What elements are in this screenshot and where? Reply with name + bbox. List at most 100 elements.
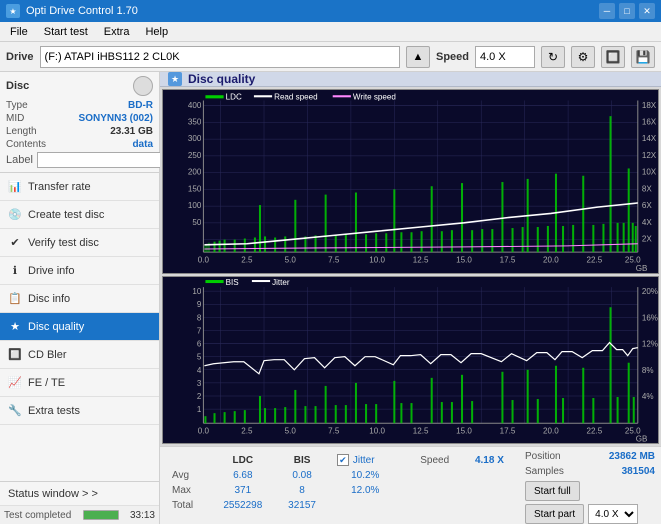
stats-table: LDC BIS ✔ Jitter Speed — [166, 451, 517, 514]
svg-text:Jitter: Jitter — [272, 278, 290, 287]
sidebar-item-transfer-rate[interactable]: 📊 Transfer rate — [0, 173, 159, 201]
sidebar-item-drive-info[interactable]: ℹ Drive info — [0, 257, 159, 285]
speed-val1: 4.18 X — [475, 455, 504, 466]
svg-text:20.0: 20.0 — [543, 255, 559, 264]
stats-max-row: Max 371 8 12.0% — [168, 484, 515, 497]
svg-text:20%: 20% — [642, 287, 658, 296]
sidebar-item-extra-tests[interactable]: 🔧 Extra tests — [0, 397, 159, 425]
drive-bar: Drive (F:) ATAPI iHBS112 2 CL0K ▲ Speed … — [0, 42, 661, 72]
action-buttons: Start full Start part 4.0 X 2.0 X 1.0 X — [525, 481, 655, 524]
svg-text:150: 150 — [188, 184, 202, 193]
cd-bler-label: CD Bler — [28, 349, 67, 361]
title-bar: ★ Opti Drive Control 1.70 ─ □ ✕ — [0, 0, 661, 22]
title-bar-left: ★ Opti Drive Control 1.70 — [6, 4, 138, 18]
start-full-button[interactable]: Start full — [525, 481, 580, 501]
start-part-button[interactable]: Start part — [525, 504, 584, 524]
progress-bar — [83, 510, 119, 520]
disc-icon — [133, 76, 153, 96]
total-jitter — [329, 499, 398, 512]
status-window-button[interactable]: Status window > > — [0, 482, 159, 506]
label-field-label: Label — [6, 154, 33, 166]
create-test-disc-label: Create test disc — [28, 209, 104, 221]
progress-fill — [84, 511, 118, 519]
sidebar-item-fe-te[interactable]: 📈 FE / TE — [0, 369, 159, 397]
svg-text:2X: 2X — [642, 235, 652, 244]
drive-selector[interactable]: (F:) ATAPI iHBS112 2 CL0K — [40, 46, 400, 68]
stats-footer: LDC BIS ✔ Jitter Speed — [160, 446, 661, 524]
options-button2[interactable]: 🔲 — [601, 46, 625, 68]
max-label: Max — [168, 484, 208, 497]
stats-avg-row: Avg 6.68 0.08 10.2% — [168, 469, 515, 482]
disc-contents-row: Contents data — [6, 139, 153, 150]
svg-text:GB: GB — [636, 434, 648, 443]
start-part-row: Start part 4.0 X 2.0 X 1.0 X — [525, 504, 655, 524]
svg-text:8X: 8X — [642, 184, 652, 193]
label-input[interactable] — [37, 152, 171, 168]
minimize-button[interactable]: ─ — [599, 3, 615, 19]
sidebar-item-disc-info[interactable]: 📋 Disc info — [0, 285, 159, 313]
disc-quality-header: ★ Disc quality — [160, 72, 661, 87]
max-jitter: 12.0% — [329, 484, 398, 497]
svg-text:300: 300 — [188, 134, 202, 143]
save-button[interactable]: 💾 — [631, 46, 655, 68]
svg-text:2: 2 — [197, 392, 202, 401]
menu-start-test[interactable]: Start test — [38, 25, 94, 39]
extra-tests-label: Extra tests — [28, 405, 80, 417]
sidebar-item-cd-bler[interactable]: 🔲 CD Bler — [0, 341, 159, 369]
charts-area: 400 350 300 250 200 150 100 50 18X 16X 1… — [160, 87, 661, 446]
start-full-row: Start full — [525, 481, 655, 501]
position-label: Position — [525, 451, 561, 462]
svg-text:100: 100 — [188, 201, 202, 210]
svg-text:16X: 16X — [642, 117, 657, 126]
total-ldc: 2552298 — [210, 499, 275, 512]
sidebar-item-verify-test-disc[interactable]: ✔ Verify test disc — [0, 229, 159, 257]
svg-text:20.0: 20.0 — [543, 426, 559, 435]
jitter-row: ✔ Jitter — [337, 454, 394, 466]
status-window-label: Status window > > — [8, 488, 98, 500]
menu-file[interactable]: File — [4, 25, 34, 39]
max-ldc: 371 — [210, 484, 275, 497]
svg-text:200: 200 — [188, 168, 202, 177]
svg-text:1: 1 — [197, 405, 202, 414]
eject-button[interactable]: ▲ — [406, 46, 430, 68]
svg-text:22.5: 22.5 — [586, 426, 602, 435]
verify-test-disc-label: Verify test disc — [28, 237, 99, 249]
sidebar-item-create-test-disc[interactable]: 💿 Create test disc — [0, 201, 159, 229]
svg-text:0.0: 0.0 — [198, 255, 210, 264]
refresh-button[interactable]: ↻ — [541, 46, 565, 68]
svg-text:Write speed: Write speed — [353, 92, 396, 101]
type-label: Type — [6, 100, 28, 111]
options-button1[interactable]: ⚙ — [571, 46, 595, 68]
sidebar-item-disc-quality[interactable]: ★ Disc quality — [0, 313, 159, 341]
speed-selector[interactable]: 4.0 X — [475, 46, 535, 68]
samples-label: Samples — [525, 466, 564, 477]
speed-label: Speed — [420, 455, 449, 466]
verify-test-disc-icon: ✔ — [8, 236, 22, 250]
app-icon: ★ — [6, 4, 20, 18]
close-button[interactable]: ✕ — [639, 3, 655, 19]
menu-bar: File Start test Extra Help — [0, 22, 661, 42]
svg-text:2.5: 2.5 — [241, 426, 253, 435]
progress-text: Test completed — [4, 510, 79, 521]
svg-text:8%: 8% — [642, 366, 654, 375]
position-value: 23862 MB — [609, 451, 655, 462]
menu-extra[interactable]: Extra — [98, 25, 136, 39]
svg-text:18X: 18X — [642, 101, 657, 110]
disc-panel: Disc Type BD-R MID SONYNN3 (002) Length … — [0, 72, 159, 173]
nav-items: 📊 Transfer rate 💿 Create test disc ✔ Ver… — [0, 173, 159, 481]
mid-value: SONYNN3 (002) — [79, 113, 153, 124]
disc-quality-icon: ★ — [8, 320, 22, 334]
svg-text:4: 4 — [197, 366, 202, 375]
menu-help[interactable]: Help — [139, 25, 174, 39]
main-content: Disc Type BD-R MID SONYNN3 (002) Length … — [0, 72, 661, 524]
disc-type-row: Type BD-R — [6, 100, 153, 111]
cd-bler-icon: 🔲 — [8, 348, 22, 362]
maximize-button[interactable]: □ — [619, 3, 635, 19]
start-part-speed-selector[interactable]: 4.0 X 2.0 X 1.0 X — [588, 504, 638, 524]
svg-text:Read speed: Read speed — [274, 92, 318, 101]
col-empty — [168, 453, 208, 467]
fe-te-icon: 📈 — [8, 376, 22, 390]
col-ldc: LDC — [210, 453, 275, 467]
jitter-checkbox[interactable]: ✔ — [337, 454, 349, 466]
chart-bis: 10 9 8 7 6 5 4 3 2 1 20% 16% 12% 8% 4% — [162, 276, 659, 444]
